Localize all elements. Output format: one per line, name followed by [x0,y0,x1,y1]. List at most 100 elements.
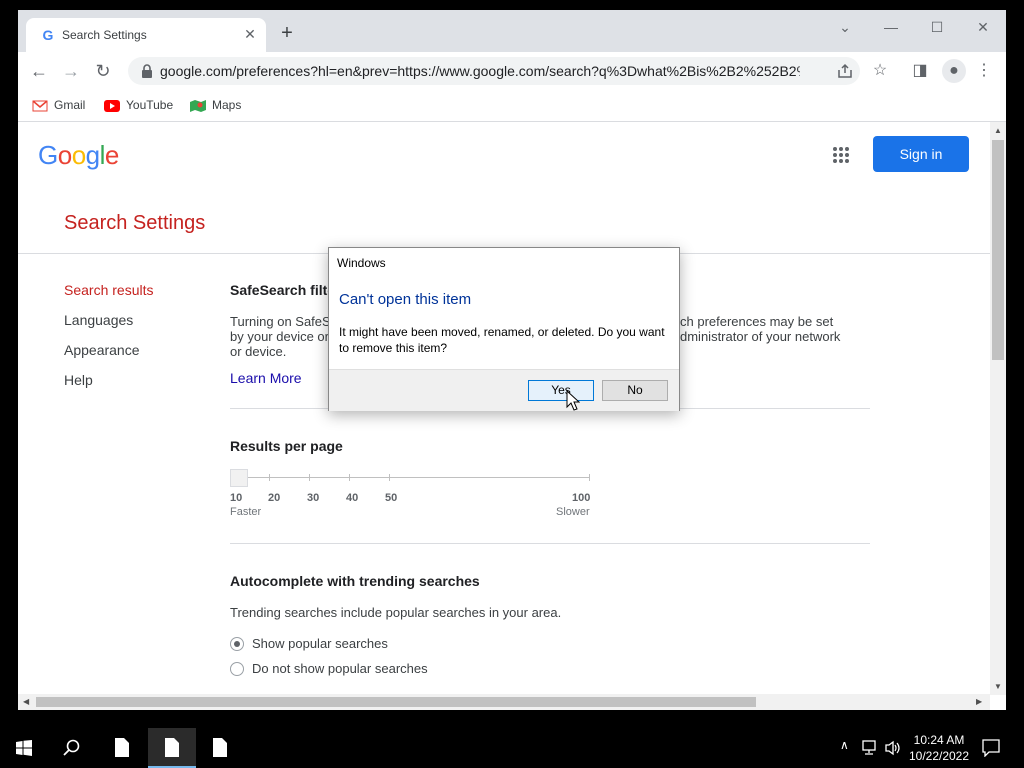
tick-label-50: 50 [385,492,398,504]
bookmark-label: Gmail [54,98,86,112]
results-slider-thumb[interactable] [230,469,248,487]
safesearch-text-left-3: or device. [230,344,287,359]
section-divider [230,543,870,544]
slower-label: Slower [556,506,590,518]
notifications-icon[interactable] [982,739,1000,757]
vertical-scroll-thumb[interactable] [992,140,1004,360]
hide-popular-label[interactable]: Do not show popular searches [252,661,428,676]
slider-tick [389,474,390,481]
maps-icon [190,99,206,112]
slider-tick [589,474,590,481]
show-hidden-icons-chevron-icon[interactable]: ∧ [840,738,849,752]
sidebar-item-languages[interactable]: Languages [64,312,133,328]
slider-tick [309,474,310,481]
autocomplete-description: Trending searches include popular search… [230,605,562,620]
sidebar-item-appearance[interactable]: Appearance [64,342,140,358]
sidebar-item-help[interactable]: Help [64,372,93,388]
dialog-heading: Can't open this item [339,291,472,308]
bookmark-maps[interactable]: Maps [190,96,241,114]
taskbar-app-file-3[interactable] [196,728,244,768]
tab-search-settings[interactable]: G Search Settings ✕ [26,18,266,52]
safesearch-text-right-1: ch preferences may be set [680,314,834,329]
tab-title: Search Settings [62,28,147,42]
tab-strip: G Search Settings ✕ + ⌄ — ☐ ✕ [18,10,1006,52]
clock-date: 10/22/2022 [908,749,970,763]
safesearch-text-left-1: Turning on SafeS [230,314,331,329]
vertical-scrollbar[interactable]: ▲ ▼ [990,122,1006,695]
horizontal-scrollbar[interactable]: ◀ ▶ [18,694,990,710]
bookmark-label: YouTube [126,98,174,112]
safesearch-text-right-2: dministrator of your network [680,329,841,344]
results-per-page-heading: Results per page [230,438,343,454]
search-icon [63,739,80,756]
side-panel-icon[interactable]: ◨ [910,61,930,81]
bookmark-youtube[interactable]: YouTube [104,96,173,114]
hide-popular-radio[interactable] [230,662,244,676]
show-popular-radio[interactable] [230,637,244,651]
results-slider-track[interactable] [230,477,590,478]
menu-kebab-icon[interactable]: ⋮ [974,61,994,81]
sign-in-button[interactable]: Sign in [873,136,969,172]
google-favicon-icon: G [42,27,54,43]
start-button[interactable] [0,728,48,768]
bookmark-star-icon[interactable]: ☆ [870,61,890,81]
dialog-message: It might have been moved, renamed, or de… [339,325,665,355]
scroll-left-arrow-icon[interactable]: ◀ [23,697,29,706]
forward-button[interactable]: → [60,60,82,82]
bookmark-label: Maps [212,98,242,112]
browser-toolbar: ← → ↻ google.com/preferences?hl=en&prev=… [18,52,1006,90]
slider-tick [269,474,270,481]
show-popular-label[interactable]: Show popular searches [252,636,388,651]
autocomplete-heading: Autocomplete with trending searches [230,573,480,589]
share-icon[interactable] [836,62,854,80]
faster-label: Faster [230,506,262,518]
tick-label-30: 30 [307,492,320,504]
windows-logo-icon [16,740,32,756]
no-button[interactable]: No [602,380,668,401]
profile-avatar-icon[interactable]: ● [942,59,966,83]
scroll-right-arrow-icon[interactable]: ▶ [976,697,982,706]
new-tab-button[interactable]: + [276,22,298,44]
yes-button[interactable]: Yes [528,380,594,401]
url-text: google.com/preferences?hl=en&prev=https:… [160,63,800,79]
tick-label-40: 40 [346,492,359,504]
sidebar-item-search-results[interactable]: Search results [64,282,153,298]
search-button[interactable] [48,728,96,768]
taskbar-app-file-2[interactable] [148,728,196,768]
taskbar: ∧ 10:24 AM 10/22/2022 [0,728,1024,768]
tab-search-chevron-icon[interactable]: ⌄ [830,16,860,38]
system-clock[interactable]: 10:24 AM 10/22/2022 [900,732,978,764]
page-title: Search Settings [64,212,206,234]
close-window-button[interactable]: ✕ [968,16,998,38]
file-icon [213,738,227,757]
taskbar-app-file-1[interactable] [98,728,146,768]
horizontal-scroll-thumb[interactable] [36,697,756,707]
reload-button[interactable]: ↻ [92,60,114,82]
close-tab-icon[interactable]: ✕ [242,26,258,42]
scroll-down-arrow-icon[interactable]: ▼ [994,682,1002,691]
bookmark-gmail[interactable]: Gmail [32,96,85,114]
network-icon[interactable] [862,740,880,756]
dialog-footer: Yes No [329,369,679,411]
scroll-up-arrow-icon[interactable]: ▲ [994,126,1002,135]
tick-label-10: 10 [230,492,243,504]
lock-icon [142,64,152,78]
maximize-button[interactable]: ☐ [922,16,952,38]
apps-grid-icon[interactable] [832,146,850,164]
tick-label-20: 20 [268,492,281,504]
bookmarks-bar: Gmail YouTube Maps [18,90,1006,122]
safesearch-text-left-2: by your device or [230,329,329,344]
tick-label-100: 100 [572,492,591,504]
address-bar[interactable]: google.com/preferences?hl=en&prev=https:… [128,57,860,85]
learn-more-link[interactable]: Learn More [230,370,302,386]
clock-time: 10:24 AM [913,733,965,747]
safesearch-heading: SafeSearch filte [230,282,336,298]
gmail-icon [32,100,48,112]
slider-tick [349,474,350,481]
back-button[interactable]: ← [28,60,50,82]
dialog-caption: Windows [337,256,386,270]
minimize-button[interactable]: — [876,16,906,38]
google-logo[interactable]: Google [38,140,119,171]
file-icon [165,738,179,757]
error-dialog: Windows Can't open this item It might ha… [328,247,680,411]
